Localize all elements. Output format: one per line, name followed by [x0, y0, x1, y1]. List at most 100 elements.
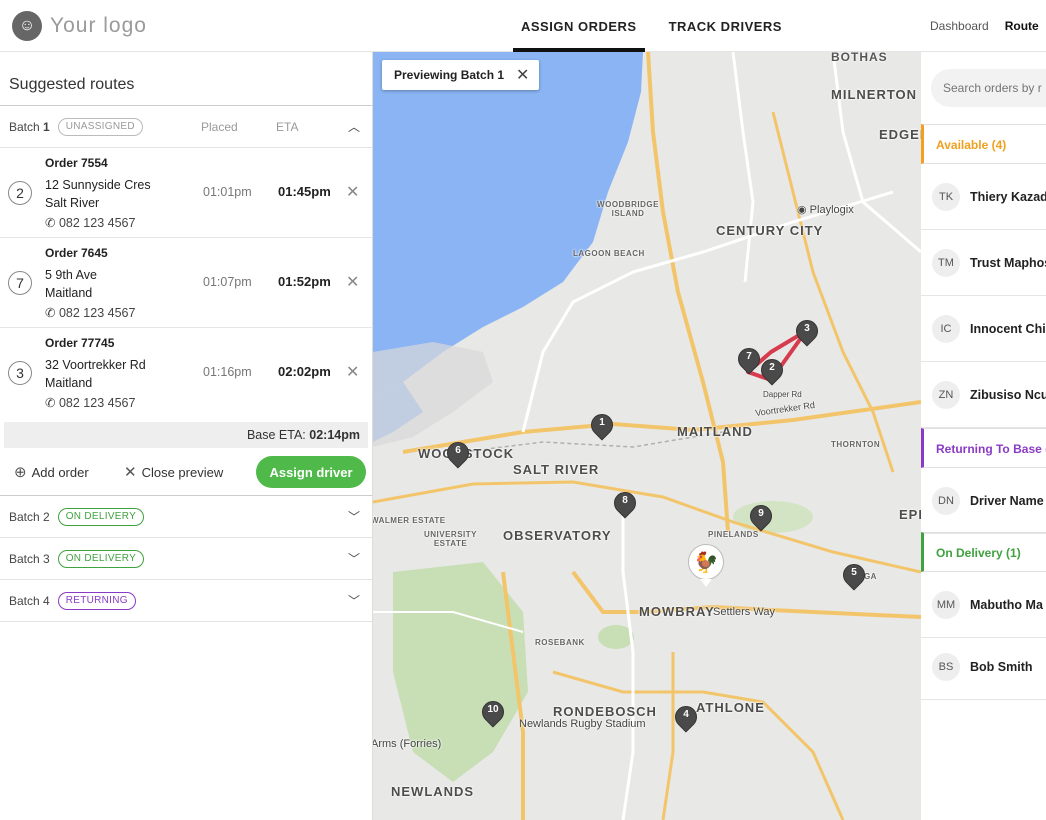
map-pin[interactable]: 8 [609, 487, 641, 522]
driver-row[interactable]: MM Mabutho Ma [921, 572, 1046, 638]
returning-section-header[interactable]: Returning To Base ( [921, 428, 1046, 468]
status-badge: RETURNING [57, 591, 136, 610]
order-row[interactable]: 3 Order 77745 32 Voortrekker Rd Maitland… [0, 328, 372, 418]
batch-4-header[interactable]: Batch 4 RETURNING ﹀ [0, 580, 372, 622]
map-pin[interactable]: 4 [670, 701, 702, 736]
avatar: MM [932, 590, 960, 619]
order-phone: ✆ 082 123 4567 [45, 306, 136, 320]
driver-name: Innocent Chi [970, 321, 1046, 336]
base-eta-label: Base ETA: [246, 428, 306, 442]
batch-label: Batch 4 [9, 593, 50, 608]
close-icon: ✕ [124, 464, 137, 481]
map-label: NEWLANDS [391, 784, 475, 799]
chevron-down-icon[interactable]: ﹀ [348, 508, 360, 525]
driver-row[interactable]: TK Thiery Kazadi [921, 164, 1046, 230]
assign-driver-button[interactable]: Assign driver [256, 456, 366, 488]
base-marker[interactable]: 🐓 [688, 544, 724, 588]
placed-column-header: Placed [201, 119, 238, 134]
driver-row[interactable]: IC Innocent Chi [921, 296, 1046, 362]
tab-track-drivers[interactable]: TRACK DRIVERS [661, 0, 790, 52]
map-pin[interactable]: 5 [838, 559, 870, 594]
map-pin[interactable]: 1 [586, 409, 618, 444]
status-badge: UNASSIGNED [57, 117, 143, 136]
order-placed-time: 01:01pm [203, 185, 252, 199]
batch-2-header[interactable]: Batch 2 ON DELIVERY ﹀ [0, 496, 372, 538]
drivers-panel: Available (4) TK Thiery Kazadi TM Trust … [921, 52, 1046, 820]
tab-assign-orders[interactable]: ASSIGN ORDERS [513, 0, 645, 52]
phone-icon: ✆ [45, 216, 56, 230]
top-bar: ☺ Your logo ASSIGN ORDERS TRACK DRIVERS … [0, 0, 1046, 52]
close-icon[interactable]: ✕ [346, 362, 359, 382]
map-label: CENTURY CITY [716, 223, 824, 238]
map-pin[interactable]: 7 [733, 343, 765, 378]
sequence-number: 2 [8, 181, 32, 205]
driver-row[interactable]: ZN Zibusiso Ncube [921, 362, 1046, 428]
search-input[interactable] [931, 69, 1046, 107]
panel-title: Suggested routes [0, 52, 372, 106]
map-pin[interactable]: 6 [442, 437, 474, 472]
batch-3-header[interactable]: Batch 3 ON DELIVERY ﹀ [0, 538, 372, 580]
order-eta: 01:52pm [278, 274, 331, 289]
preview-label: Previewing Batch 1 [394, 68, 505, 82]
preview-batch-chip: Previewing Batch 1 ✕ [382, 60, 540, 90]
batch-actions: ⊕ Add order ✕ Close preview Assign drive… [0, 448, 372, 496]
map-pin[interactable]: 3 [791, 315, 823, 350]
dashboard-link[interactable]: Dashboard [930, 19, 989, 33]
map-label: EDGEM [879, 127, 921, 142]
order-placed-time: 01:07pm [203, 275, 252, 289]
phone-icon: ✆ [45, 396, 56, 410]
eta-column-header: ETA [276, 119, 299, 134]
batch-1-header[interactable]: Batch 1 UNASSIGNED Placed ETA ︿ [0, 106, 372, 148]
place-icon: ◉ [797, 204, 807, 216]
chevron-up-icon[interactable]: ︿ [348, 118, 360, 135]
base-eta-value: 02:14pm [309, 428, 360, 442]
add-order-button[interactable]: ⊕ Add order [14, 463, 89, 481]
driver-row[interactable]: BS Bob Smith [921, 634, 1046, 700]
batch-1-label: Batch 1 [9, 119, 50, 134]
map-pin[interactable]: 2 [756, 354, 788, 389]
map-label: MILNERTON [831, 87, 918, 102]
map-label: ATHLONE [696, 700, 765, 715]
batch-label: Batch 3 [9, 551, 50, 566]
logo-icon: ☺ [12, 11, 42, 41]
rooster-icon: 🐓 [688, 544, 724, 580]
map-label: OBSERVATORY [503, 528, 612, 543]
on-delivery-section-header[interactable]: On Delivery (1) [921, 532, 1046, 572]
logo[interactable]: ☺ Your logo [12, 11, 147, 41]
map-view[interactable]: Previewing Batch 1 ✕ BOTHAS MILNERTON ED… [373, 52, 921, 820]
driver-name: Mabutho Ma [970, 597, 1043, 612]
avatar: DN [932, 486, 960, 515]
order-id: Order 7554 [45, 156, 108, 170]
route-link[interactable]: Route [1005, 19, 1039, 33]
driver-name: Zibusiso Ncube [970, 387, 1046, 402]
driver-row[interactable]: DN Driver Name [921, 468, 1046, 534]
sequence-number: 7 [8, 271, 32, 295]
close-icon[interactable]: ✕ [346, 182, 359, 202]
close-icon[interactable]: ✕ [346, 272, 359, 292]
map-label: WOODBRIDGE ISLAND [597, 200, 659, 218]
map-label: MOWBRAY [639, 604, 715, 619]
order-address: 5 9th Ave [45, 268, 97, 282]
close-icon[interactable]: ✕ [516, 65, 529, 85]
available-section-header[interactable]: Available (4) [921, 124, 1046, 164]
map-pin[interactable]: 10 [477, 696, 509, 731]
driver-name: Driver Name [970, 493, 1044, 508]
avatar: ZN [932, 380, 960, 409]
map-label: ◉ Playlogix [797, 204, 854, 216]
chevron-down-icon[interactable]: ﹀ [348, 592, 360, 609]
avatar: BS [932, 652, 960, 681]
driver-row[interactable]: TM Trust Maphosa [921, 230, 1046, 296]
order-id: Order 7645 [45, 246, 108, 260]
chevron-down-icon[interactable]: ﹀ [348, 550, 360, 567]
close-preview-button[interactable]: ✕ Close preview [124, 463, 223, 481]
base-eta-bar: Base ETA: 02:14pm [4, 422, 368, 448]
map-pin[interactable]: 9 [745, 500, 777, 535]
order-address: 32 Voortrekker Rd [45, 358, 146, 372]
status-badge: ON DELIVERY [57, 507, 145, 526]
map-label: BOTHAS [831, 52, 888, 64]
sequence-number: 3 [8, 361, 32, 385]
order-row[interactable]: 2 Order 7554 12 Sunnyside Cres Salt Rive… [0, 148, 372, 238]
order-row[interactable]: 7 Order 7645 5 9th Ave Maitland ✆ 082 12… [0, 238, 372, 328]
order-placed-time: 01:16pm [203, 365, 252, 379]
order-suburb: Maitland [45, 376, 93, 390]
